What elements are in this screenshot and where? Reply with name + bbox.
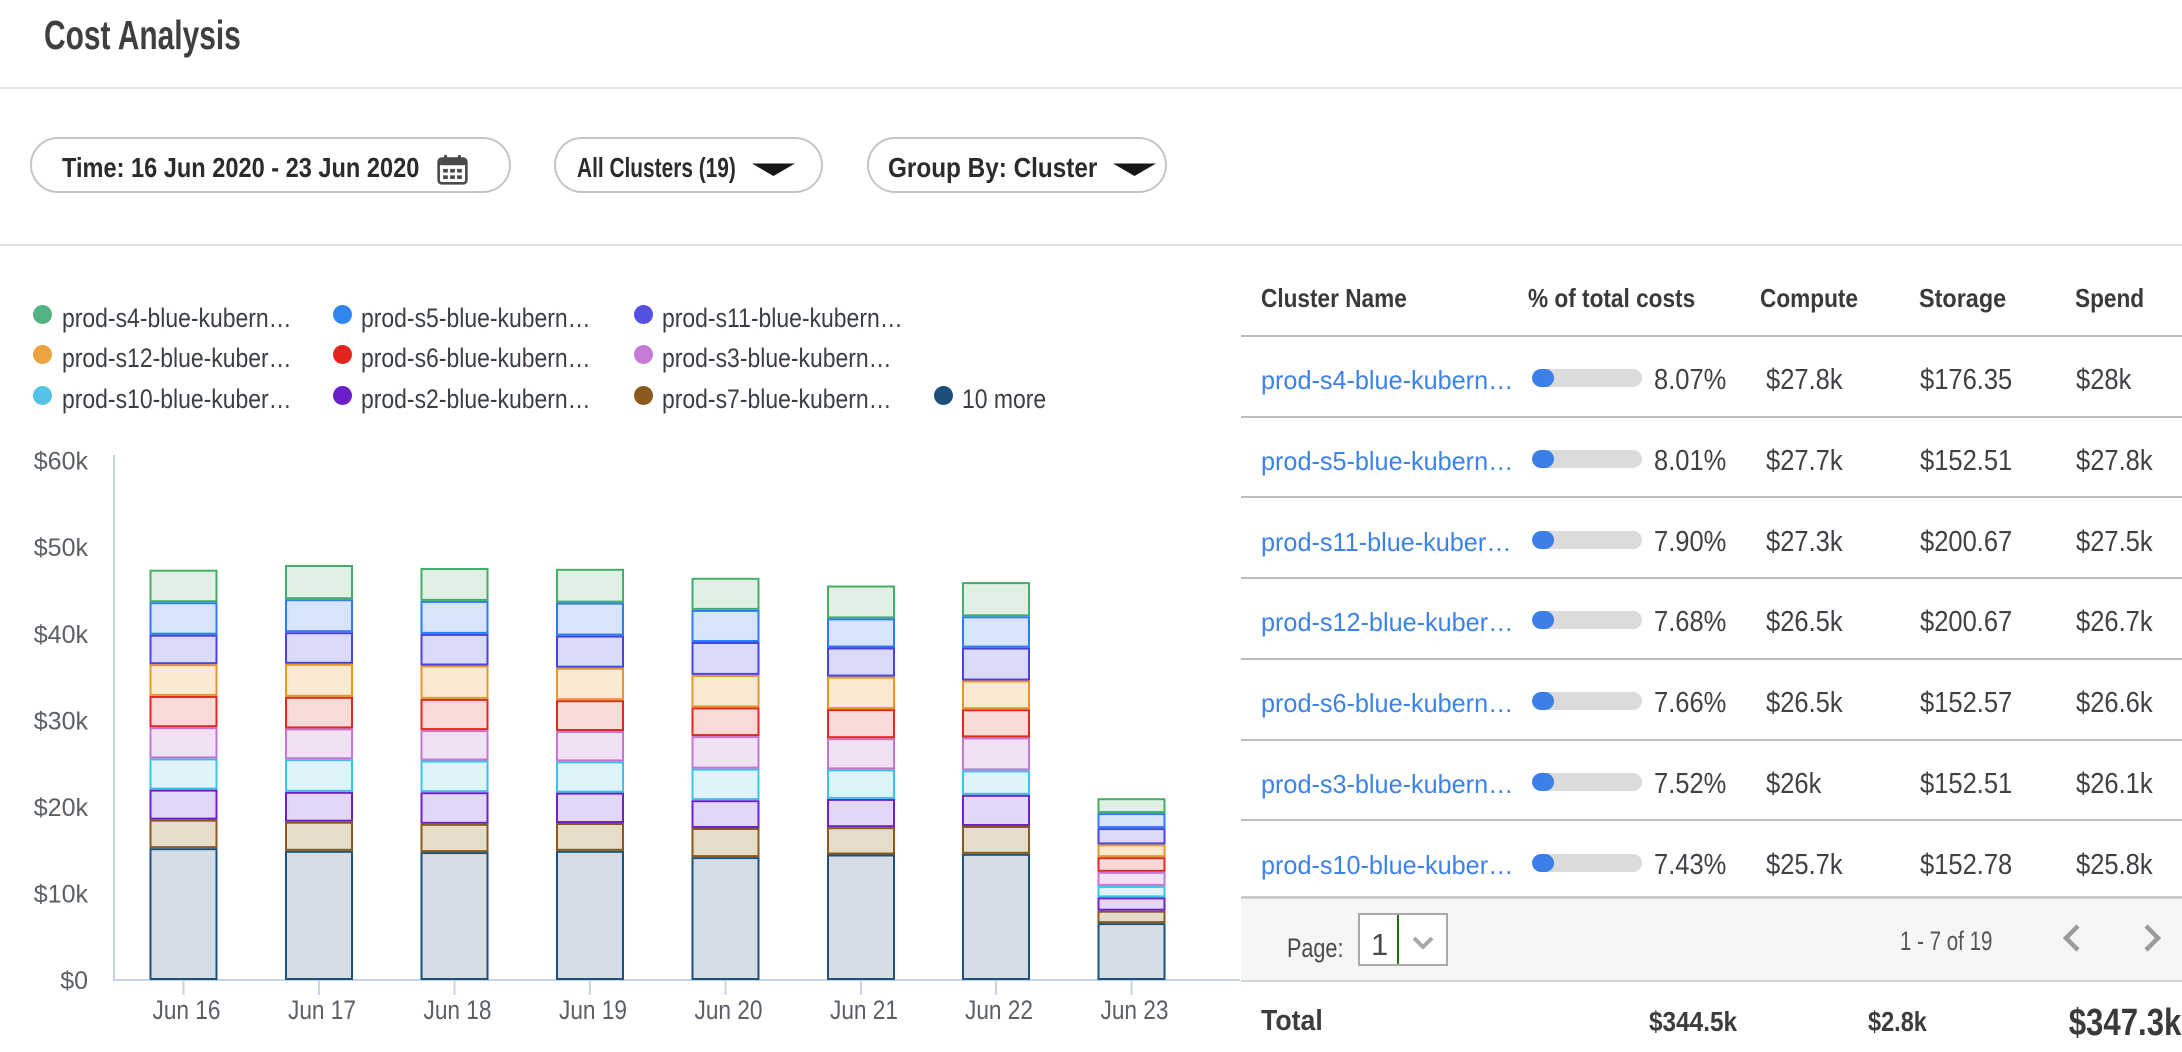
svg-text:Jun 22: Jun 22 bbox=[965, 995, 1033, 1025]
svg-text:Jun 23: Jun 23 bbox=[1101, 995, 1169, 1025]
svg-text:$30k: $30k bbox=[34, 707, 89, 735]
svg-text:$20k: $20k bbox=[34, 794, 89, 822]
svg-text:Jun 21: Jun 21 bbox=[830, 995, 898, 1025]
svg-text:Jun 19: Jun 19 bbox=[559, 995, 627, 1025]
svg-text:Jun 20: Jun 20 bbox=[695, 995, 763, 1025]
svg-text:$10k: $10k bbox=[34, 880, 89, 908]
svg-text:$60k: $60k bbox=[34, 448, 89, 476]
svg-text:$40k: $40k bbox=[34, 621, 89, 649]
svg-text:Jun 18: Jun 18 bbox=[424, 995, 492, 1025]
svg-text:$50k: $50k bbox=[34, 534, 89, 562]
svg-text:Jun 16: Jun 16 bbox=[153, 995, 221, 1025]
svg-text:Jun 17: Jun 17 bbox=[288, 995, 356, 1025]
svg-text:$0: $0 bbox=[60, 967, 88, 995]
